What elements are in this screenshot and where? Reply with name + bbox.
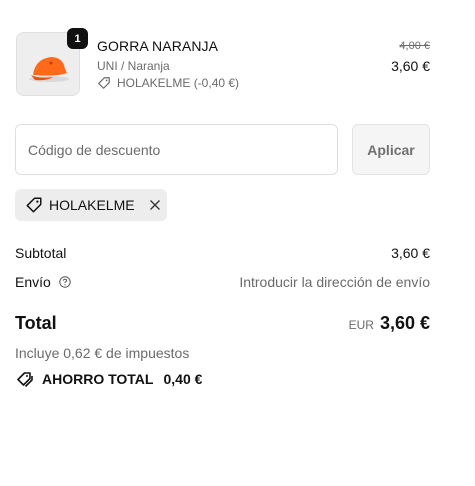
item-price: 3,60 € bbox=[391, 58, 430, 74]
product-thumbnail[interactable]: 1 bbox=[16, 28, 88, 96]
product-discount-label: HOLAKELME (-0,40 €) bbox=[117, 76, 240, 90]
apply-button[interactable]: Aplicar bbox=[352, 124, 430, 175]
total-row: Total EUR 3,60 € bbox=[15, 313, 430, 334]
discount-code-placeholder: Código de descuento bbox=[28, 141, 161, 158]
discount-code-input[interactable]: Código de descuento bbox=[15, 124, 338, 175]
shipping-row: Envío Introducir la dirección de envío bbox=[15, 274, 430, 290]
product-name: GORRA NARANJA bbox=[97, 38, 219, 54]
total-label: Total bbox=[15, 313, 57, 333]
total-value: 3,60 € bbox=[379, 313, 430, 333]
remove-discount-button[interactable] bbox=[149, 199, 161, 211]
applied-discount-chip: HOLAKELME bbox=[15, 189, 167, 221]
subtotal-value: 3,60 € bbox=[391, 245, 430, 261]
shipping-label: Envío bbox=[15, 274, 51, 290]
original-price: 4,00 € bbox=[399, 40, 430, 52]
product-variant: UNI / Naranja bbox=[97, 59, 170, 73]
applied-discount-code: HOLAKELME bbox=[49, 197, 135, 213]
close-icon bbox=[149, 200, 160, 210]
subtotal-row: Subtotal 3,60 € bbox=[15, 245, 430, 261]
tag-icon bbox=[26, 197, 42, 213]
savings-value: 0,40 € bbox=[163, 371, 203, 387]
tag-icon bbox=[98, 77, 110, 89]
currency-code: EUR bbox=[348, 318, 374, 332]
shipping-value: Introducir la dirección de envío bbox=[239, 274, 430, 290]
total-savings: AHORRO TOTAL 0,40 € bbox=[16, 371, 202, 387]
subtotal-label: Subtotal bbox=[15, 245, 67, 261]
tags-icon bbox=[17, 372, 33, 387]
product-discount: HOLAKELME (-0,40 €) bbox=[97, 76, 239, 90]
question-circle-icon[interactable] bbox=[59, 276, 71, 288]
quantity-badge: 1 bbox=[67, 28, 88, 49]
cart-line-item: 1 GORRA NARANJA UNI / Naranja HOLAKELME … bbox=[16, 28, 430, 98]
tax-note: Incluye 0,62 € de impuestos bbox=[15, 345, 190, 361]
savings-label: AHORRO TOTAL bbox=[42, 371, 154, 387]
